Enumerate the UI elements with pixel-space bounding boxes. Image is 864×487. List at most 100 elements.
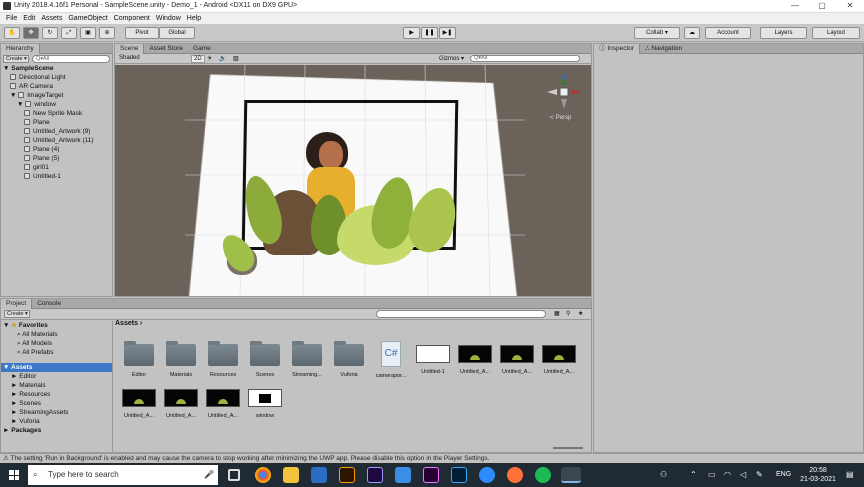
effects-toggle-icon[interactable]: ▨ xyxy=(233,55,239,62)
lighting-toggle-icon[interactable]: ☀ xyxy=(207,55,212,62)
tab-scene[interactable]: Scene xyxy=(115,44,145,54)
assets-tree-item[interactable]: ► Materials xyxy=(1,381,112,390)
favorites-item[interactable]: ⌕ All Models xyxy=(1,339,112,348)
chrome-icon[interactable] xyxy=(255,467,271,483)
illustrator-icon[interactable] xyxy=(339,467,355,483)
favorite-star-icon[interactable]: ★ xyxy=(578,310,583,317)
global-button[interactable]: Global xyxy=(159,27,195,39)
project-create-button[interactable]: Create ▾ xyxy=(4,310,30,318)
menu-file[interactable]: File xyxy=(6,13,17,24)
scene-root[interactable]: ▼ SampleScene xyxy=(1,64,112,73)
hierarchy-item[interactable]: Untitled_Artwork (9) xyxy=(1,127,112,136)
close-icon[interactable]: ✕ xyxy=(840,1,860,12)
taskbar-clock[interactable]: 20:58 21-03-2021 xyxy=(800,466,836,484)
battery-icon[interactable]: ▭ xyxy=(708,470,716,479)
asset-item[interactable]: C# camerapor... xyxy=(371,341,411,379)
shading-dropdown[interactable]: Shaded xyxy=(119,55,140,61)
gizmos-dropdown[interactable]: Gizmos ▾ xyxy=(439,55,464,62)
people-icon[interactable]: ⚇ xyxy=(660,470,667,479)
expand-arrow-icon[interactable]: ▼ xyxy=(10,92,18,99)
layout-dropdown[interactable]: Layout xyxy=(812,27,860,39)
favorites-header[interactable]: ▼ ★ Favorites xyxy=(1,321,112,330)
task-view-icon[interactable] xyxy=(228,469,240,481)
filter-type-icon[interactable]: ▦ xyxy=(554,310,560,317)
premiere-icon[interactable] xyxy=(423,467,439,483)
hierarchy-item[interactable]: ▼ ImageTarget xyxy=(1,91,112,100)
tab-project[interactable]: Project xyxy=(1,299,33,309)
menu-edit[interactable]: Edit xyxy=(23,13,35,24)
tab-navigation[interactable]: ⛬ Navigation xyxy=(640,44,687,54)
assets-tree-item[interactable]: ► Editor xyxy=(1,372,112,381)
asset-item[interactable]: Scenes xyxy=(245,341,285,379)
asset-item[interactable]: Untitled_A... xyxy=(203,385,243,419)
project-search-input[interactable] xyxy=(376,310,546,318)
tray-chevron-icon[interactable]: ⌃ xyxy=(690,470,697,479)
move-tool-icon[interactable]: ✥ xyxy=(23,27,39,39)
hierarchy-item[interactable]: Untitled_Artwork (11) xyxy=(1,136,112,145)
menu-help[interactable]: Help xyxy=(187,13,201,24)
create-button[interactable]: Create ▾ xyxy=(3,55,29,63)
tab-hierarchy[interactable]: Hierarchy xyxy=(1,44,40,54)
packages-root[interactable]: ► Packages xyxy=(1,426,112,435)
audio-toggle-icon[interactable]: 🔊 xyxy=(219,55,226,62)
tab-inspector[interactable]: ⓘ Inspector xyxy=(594,44,641,54)
volume-icon[interactable]: ◁ xyxy=(740,470,746,479)
persp-label[interactable]: ≺ Persp xyxy=(549,114,571,121)
assets-tree-item[interactable]: ► Resources xyxy=(1,390,112,399)
hierarchy-item[interactable]: AR Camera xyxy=(1,82,112,91)
hierarchy-item[interactable]: Plane xyxy=(1,118,112,127)
file-explorer-icon[interactable] xyxy=(283,467,299,483)
step-icon[interactable]: ▶❚ xyxy=(439,27,456,39)
hierarchy-item[interactable]: Plane (5) xyxy=(1,154,112,163)
pen-icon[interactable]: ✎ xyxy=(756,470,763,479)
scene-viewport[interactable]: ≺ Persp xyxy=(115,65,591,296)
language-indicator[interactable]: ENG xyxy=(776,471,791,478)
filter-label-icon[interactable]: ⚲ xyxy=(566,310,570,317)
breadcrumb[interactable]: Assets › xyxy=(115,320,142,327)
asset-item[interactable]: Untitled-1 xyxy=(413,341,453,379)
photos-icon[interactable] xyxy=(395,467,411,483)
hierarchy-item[interactable]: ▼ window xyxy=(1,100,112,109)
account-dropdown[interactable]: Account xyxy=(705,27,751,39)
2d-toggle[interactable]: 2D xyxy=(191,55,205,63)
rotate-tool-icon[interactable]: ↻ xyxy=(42,27,58,39)
hierarchy-item[interactable]: Directional Light xyxy=(1,73,112,82)
hierarchy-item[interactable]: Plane (4) xyxy=(1,145,112,154)
pivot-button[interactable]: Pivot xyxy=(125,27,159,39)
hierarchy-item[interactable]: New Sprite Mask xyxy=(1,109,112,118)
unity-taskbar-icon[interactable] xyxy=(561,467,581,483)
scene-search-input[interactable]: Q▾All xyxy=(470,55,580,62)
transform-tool-icon[interactable]: ⊕ xyxy=(99,27,115,39)
favorites-item[interactable]: ⌕ All Prefabs xyxy=(1,348,112,357)
asset-item[interactable]: Materials xyxy=(161,341,201,379)
asset-item[interactable]: Untitled_A... xyxy=(455,341,495,379)
zoom-icon[interactable] xyxy=(479,467,495,483)
tab-console[interactable]: Console xyxy=(32,299,66,309)
maximize-icon[interactable]: ▢ xyxy=(812,1,832,12)
assets-tree-item[interactable]: ► Scenes xyxy=(1,399,112,408)
asset-item[interactable]: Editor xyxy=(119,341,159,379)
assets-tree-item[interactable]: ► Vuforia xyxy=(1,417,112,426)
menu-component[interactable]: Component xyxy=(114,13,150,24)
status-bar[interactable]: ⚠ The setting 'Run in Background' is ena… xyxy=(0,453,864,463)
asset-item[interactable]: window xyxy=(245,385,285,419)
minimize-icon[interactable]: — xyxy=(785,1,805,12)
photoshop-icon[interactable] xyxy=(451,467,467,483)
hierarchy-item[interactable]: girl01 xyxy=(1,163,112,172)
play-icon[interactable]: ▶ xyxy=(403,27,420,39)
menu-assets[interactable]: Assets xyxy=(41,13,62,24)
spotify-icon[interactable] xyxy=(535,467,551,483)
taskbar-search-input[interactable]: ⌕ Type here to search 🎤 xyxy=(28,465,218,485)
hand-tool-icon[interactable]: ✋ xyxy=(4,27,20,39)
hierarchy-item[interactable]: Untitled-1 xyxy=(1,172,112,181)
favorites-item[interactable]: ⌕ All Materials xyxy=(1,330,112,339)
mail-icon[interactable] xyxy=(311,467,327,483)
tab-game[interactable]: Game xyxy=(188,44,216,54)
rect-tool-icon[interactable]: ▣ xyxy=(80,27,96,39)
asset-item[interactable]: Untitled_A... xyxy=(497,341,537,379)
asset-item[interactable]: Untitled_A... xyxy=(161,385,201,419)
collab-button[interactable]: Collab ▾ xyxy=(634,27,680,39)
expand-arrow-icon[interactable]: ▼ xyxy=(17,101,25,108)
asset-item[interactable]: Untitled_A... xyxy=(539,341,579,379)
zoom-slider[interactable] xyxy=(553,447,583,449)
